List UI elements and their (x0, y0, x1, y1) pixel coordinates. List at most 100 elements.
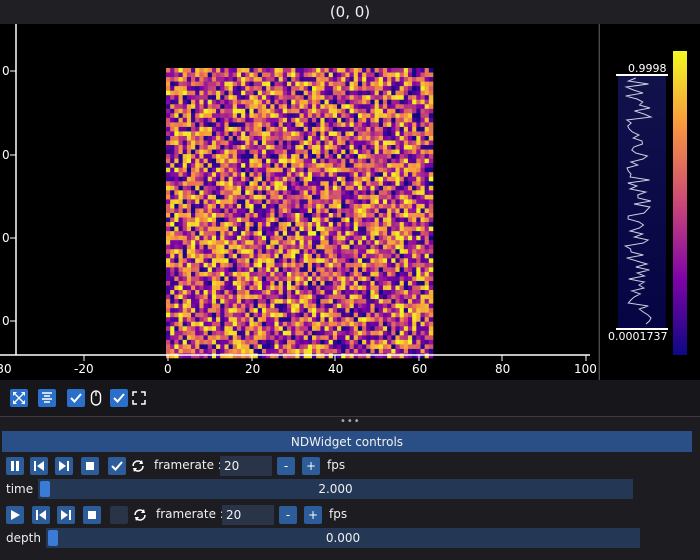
heatmap-pixel (245, 99, 250, 105)
heatmap-pixel (199, 308, 204, 313)
heatmap-pixel (195, 280, 200, 286)
framerate-input[interactable]: 20 (222, 505, 274, 525)
heatmap-pixel (428, 95, 434, 101)
heatmap-pixel (207, 344, 213, 350)
heatmap-pixel (337, 126, 342, 132)
heatmap-pixel (345, 135, 350, 141)
step-forward-button[interactable] (57, 506, 75, 524)
loop-checkbox[interactable] (108, 457, 126, 475)
heatmap-pixel (191, 72, 196, 78)
heatmap-pixel (403, 90, 409, 96)
heatmap-pixel (291, 145, 296, 150)
heatmap-pixel (299, 154, 304, 159)
heatmap-pixel (312, 122, 317, 128)
heatmap-pixel (257, 213, 263, 218)
heatmap-pixel (166, 140, 171, 146)
mouse-controller-toggle[interactable] (110, 389, 128, 407)
heatmap-pixel (241, 262, 246, 268)
resize-grip-icon[interactable]: ••• (340, 416, 361, 427)
stop-button[interactable] (83, 506, 101, 524)
heatmap-pixel (291, 348, 296, 354)
heatmap-pixel (407, 303, 413, 309)
heatmap-pixel (170, 122, 175, 128)
heatmap-pixel (220, 172, 225, 178)
heatmap-pixel (403, 131, 409, 137)
heatmap-pixel (282, 99, 288, 105)
heatmap-pixel (203, 317, 209, 323)
heatmap-pixel (420, 262, 425, 268)
heatmap-pixel (320, 303, 325, 309)
heatmap-pixel (195, 172, 200, 178)
heatmap-pixel (407, 226, 413, 232)
heatmap-pixel (203, 154, 209, 159)
heatmap-pixel (337, 276, 342, 282)
step-back-button[interactable] (30, 457, 48, 475)
heatmap-pixel (341, 240, 346, 246)
framerate-decrease-button[interactable]: - (279, 506, 297, 524)
heatmap-pixel (236, 262, 242, 268)
heatmap-pixel (370, 90, 375, 96)
heatmap-pixel (191, 117, 196, 123)
heatmap-pixel (207, 81, 213, 87)
heatmap-pixel (211, 280, 217, 286)
framerate-increase-button[interactable]: + (302, 457, 320, 475)
step-forward-button[interactable] (55, 457, 73, 475)
heatmap-pixel (362, 108, 367, 114)
depth-slider[interactable]: 0.000 (46, 528, 640, 548)
maintain-aspect-toggle[interactable] (67, 389, 85, 407)
center-button[interactable] (38, 389, 56, 407)
heatmap-pixel (374, 208, 380, 214)
heatmap-pixel (332, 344, 338, 350)
heatmap-pixel (245, 290, 250, 295)
heatmap-pixel (286, 267, 292, 273)
heatmap-pixel (324, 339, 329, 345)
heatmap-pixel (245, 330, 250, 336)
heatmap-pixel (337, 344, 342, 350)
stop-button[interactable] (81, 457, 99, 475)
heatmap-pixel (166, 135, 171, 141)
heatmap-pixel (353, 108, 359, 114)
step-back-button[interactable] (32, 506, 50, 524)
heatmap-pixel (186, 317, 192, 323)
heatmap-pixel (387, 285, 392, 291)
heatmap-pixel (274, 208, 279, 214)
heatmap-pixel (236, 135, 242, 141)
framerate-decrease-button[interactable]: - (277, 457, 295, 475)
heatmap-pixel (178, 135, 183, 141)
heatmap-pixel (337, 163, 342, 168)
heatmap-pixel (295, 240, 300, 246)
play-button[interactable] (6, 506, 24, 524)
framerate-increase-button[interactable]: + (304, 506, 322, 524)
pause-button[interactable] (6, 457, 24, 475)
framerate-input[interactable]: 20 (220, 456, 272, 476)
heatmap-pixel (166, 77, 171, 82)
heatmap-pixel (416, 244, 421, 250)
controls-header[interactable]: NDWidget controls (2, 431, 692, 452)
loop-checkbox[interactable] (110, 506, 128, 524)
heatmap-pixel (366, 90, 371, 96)
expand-button[interactable] (10, 389, 28, 407)
heatmap-pixel (320, 353, 325, 359)
heatmap-pixel (261, 235, 267, 241)
heatmap-pixel (261, 267, 267, 273)
heatmap-pixel (257, 194, 263, 200)
image-plot[interactable]: 0 0 0 0 -30 -20 0 20 40 60 80 100 (0, 24, 598, 380)
histogram-lut-panel[interactable]: 0.9998 0.0001737 (599, 24, 700, 380)
heatmap-pixel (412, 244, 417, 250)
heatmap-pixel (357, 185, 363, 191)
heatmap-pixel (274, 149, 279, 155)
heatmap-pixel (232, 276, 238, 282)
heatmap-pixel (403, 335, 409, 341)
time-slider-handle[interactable] (40, 481, 50, 497)
heatmap-pixel (316, 149, 321, 155)
heatmap-pixel (182, 226, 188, 232)
depth-slider-handle[interactable] (48, 530, 58, 546)
heatmap-pixel (349, 249, 355, 255)
heatmap-pixel (395, 276, 400, 282)
fullscreen-button[interactable] (130, 389, 148, 407)
time-slider[interactable]: 2.000 (38, 479, 633, 499)
step-forward-icon (61, 510, 71, 520)
heatmap-pixel (178, 117, 183, 123)
colorbar[interactable] (673, 51, 687, 355)
heatmap-pixel (224, 163, 229, 168)
